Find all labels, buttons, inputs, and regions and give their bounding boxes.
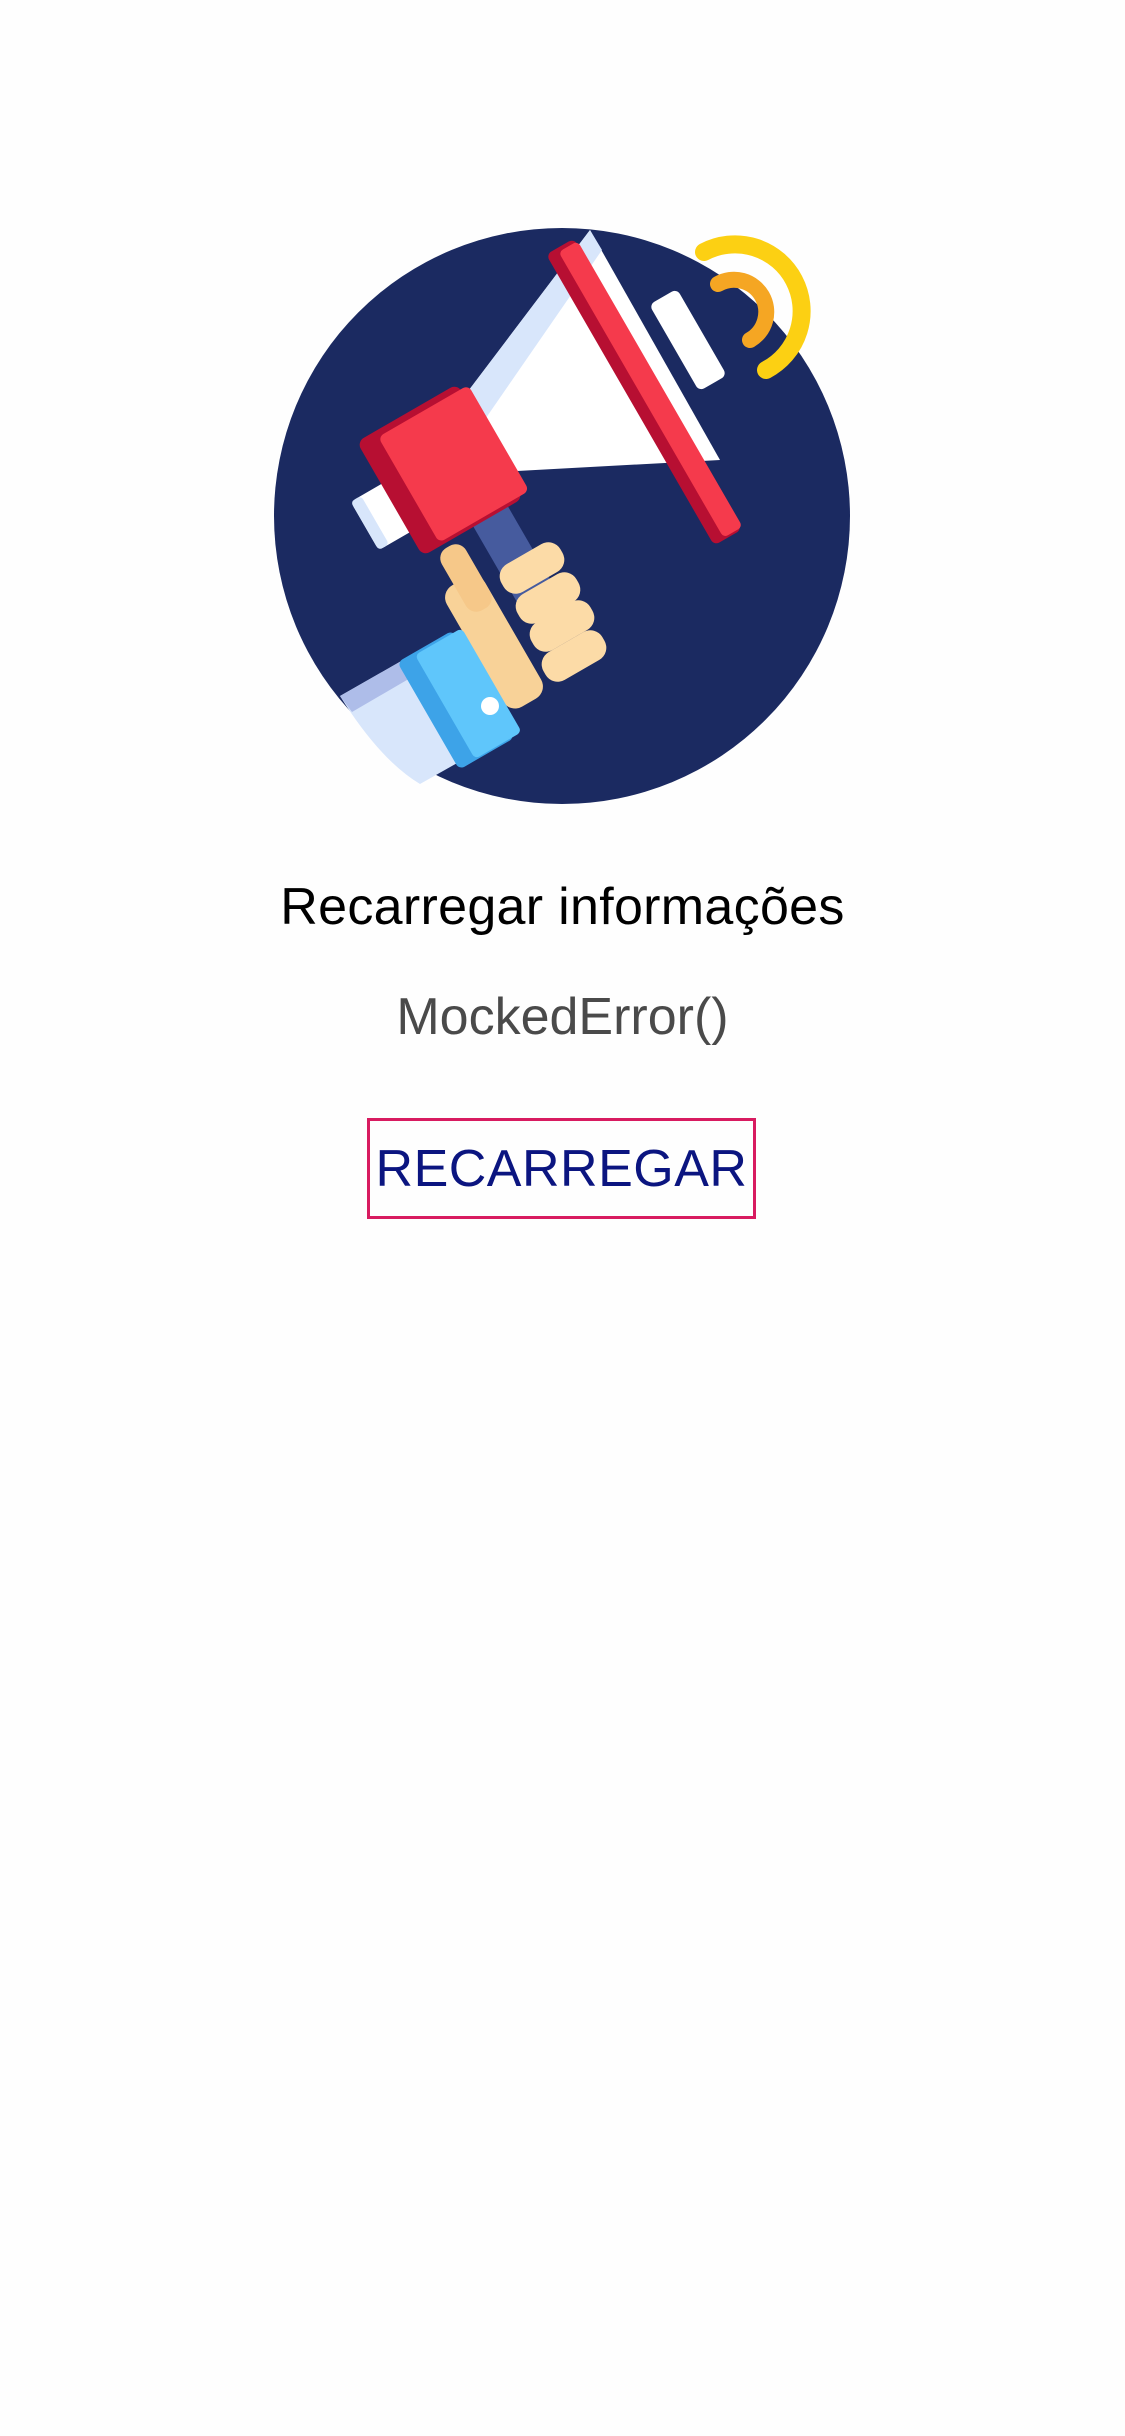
megaphone-icon bbox=[274, 228, 850, 804]
error-title: Recarregar informações bbox=[280, 878, 845, 936]
error-message: MockedError() bbox=[396, 988, 729, 1046]
reload-button[interactable]: RECARREGAR bbox=[367, 1118, 756, 1219]
error-screen: Recarregar informações MockedError() REC… bbox=[0, 0, 1125, 2436]
megaphone-illustration bbox=[270, 200, 870, 820]
sleeve-button bbox=[481, 697, 499, 715]
